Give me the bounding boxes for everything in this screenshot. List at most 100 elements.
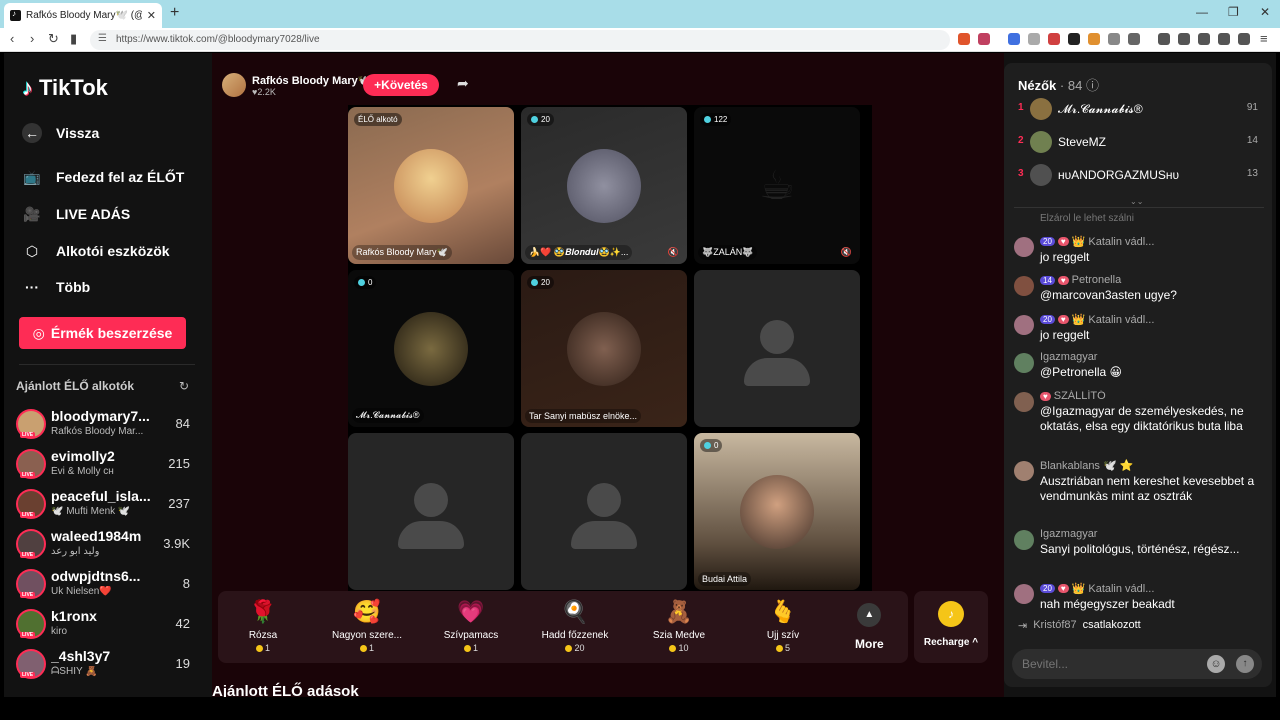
follow-button[interactable]: +Követés: [363, 74, 439, 96]
guest-tile[interactable]: 0 𝓜𝓻.𝓒𝓪𝓷𝓷𝓪𝓫𝓲𝓼®: [348, 270, 514, 427]
extension-icon[interactable]: [1048, 33, 1060, 45]
chat-text: nah mégegyszer beakadt: [1040, 597, 1175, 611]
extension-icon[interactable]: [1128, 33, 1140, 45]
chat-message[interactable]: 20 ♥ 👑 Katalin vádl... jo reggelt: [1014, 235, 1262, 265]
send-icon[interactable]: ↑: [1236, 655, 1254, 673]
chat-username: Katalin vádl...: [1088, 582, 1155, 595]
empty-seat[interactable]: [521, 433, 687, 590]
score-badge: 20: [527, 276, 554, 289]
more-gifts-button[interactable]: ▲ More: [855, 603, 884, 651]
gift-item[interactable]: 🍳 Hadd főzzenek 20: [530, 599, 620, 653]
guest-name: 🐺ZALÁN🐺: [698, 245, 758, 260]
creator-item[interactable]: LIVE evimolly2 Évi & Molly ᴄʜ 215: [14, 447, 204, 483]
viewer-count: 8: [182, 576, 190, 591]
empty-seat[interactable]: [348, 433, 514, 590]
gift-item[interactable]: 🫰 Ujj szív 5: [738, 599, 828, 653]
extension-icon[interactable]: [1088, 33, 1100, 45]
guest-tile[interactable]: 20 🍌❤️ 🥸𝑩𝒍𝒐𝒏𝒅𝒖𝒍🥸✨... 🔇: [521, 107, 687, 264]
refresh-icon[interactable]: ↻: [179, 379, 189, 393]
recharge-button[interactable]: ♪ Recharge ^: [914, 591, 988, 663]
info-icon[interactable]: ⓘ: [1086, 78, 1099, 93]
url-field[interactable]: ☰ https://www.tiktok.com/@bloodymary7028…: [90, 30, 950, 50]
creator-item[interactable]: LIVE _4shl3y7 ᗩSHIY 🧸 19: [14, 647, 204, 683]
creator-item[interactable]: LIVE waleed1984m وليد ابو رعد 3.9K: [14, 527, 204, 563]
gift-price: 5: [738, 643, 828, 653]
nav-explore-live[interactable]: 📺 Fedezd fel az ÉLŐT: [22, 167, 184, 187]
top-viewer[interactable]: 3 ʜᴜANDORGAZMUSʜᴜ 13: [1014, 163, 1264, 187]
get-coins-button[interactable]: ◎ Érmék beszerzése: [19, 317, 186, 349]
creator-badge: ÉLŐ alkotó: [354, 113, 402, 126]
reload-icon[interactable]: ↻: [48, 31, 59, 47]
heart-badge-icon: ♥: [1057, 237, 1069, 246]
gift-item[interactable]: 🥰 Nagyon szere... 1: [322, 599, 412, 653]
creator-item[interactable]: LIVE odwpjdtns6... Uk Nielsen❤️ 8: [14, 567, 204, 603]
extension-icon[interactable]: [1198, 33, 1210, 45]
emoji-icon[interactable]: ☺: [1207, 655, 1225, 673]
extension-icon[interactable]: [1068, 33, 1080, 45]
media-icon[interactable]: [1158, 33, 1170, 45]
guest-tile[interactable]: ☕ 122 🐺ZALÁN🐺 🔇: [694, 107, 860, 264]
score-value: 122: [714, 115, 728, 124]
chat-message[interactable]: Igazmagyar Sanyi politológus, történész,…: [1014, 528, 1262, 557]
creator-name: peaceful_isla...: [51, 488, 151, 504]
back-nav-icon[interactable]: ‹: [10, 31, 14, 46]
gift-item[interactable]: 🌹 Rózsa 1: [218, 599, 308, 653]
browser-tab[interactable]: Rafkós Bloody Mary🕊️ (@blo ✕: [4, 3, 162, 28]
vpn-icon[interactable]: [1238, 33, 1250, 45]
back-button[interactable]: ← Vissza: [22, 123, 99, 143]
forward-nav-icon[interactable]: ›: [30, 31, 34, 46]
avatar: [1014, 584, 1034, 604]
chat-message[interactable]: ♥ SZÁLLÍTÓ @Igazmagyar de személyeskedés,…: [1014, 390, 1262, 434]
expand-chevron-icon[interactable]: ⌄⌄: [1130, 197, 1143, 206]
top-viewer[interactable]: 2 SteveMZ 14: [1014, 130, 1264, 154]
crown-icon: 👑: [1071, 236, 1086, 248]
extension-icon[interactable]: [1008, 33, 1020, 45]
tiktok-logo[interactable]: ♪ TikTok: [22, 75, 108, 101]
viewer-name: SteveMZ: [1058, 135, 1107, 149]
gift-item[interactable]: 🧸 Szia Medve 10: [634, 599, 724, 653]
extension-icon[interactable]: [1108, 33, 1120, 45]
bookmark-icon[interactable]: ▮: [70, 31, 77, 47]
creator-item[interactable]: LIVE bloodymary7... Rafkós Bloody Mar...…: [14, 407, 204, 443]
close-window-button[interactable]: ✕: [1260, 5, 1270, 19]
close-tab-icon[interactable]: ✕: [147, 9, 156, 22]
gift-bar: 🌹 Rózsa 1 🥰 Nagyon szere... 1 💗 Szívpama…: [218, 591, 908, 663]
chat-input[interactable]: [1022, 655, 1202, 673]
nav-creator-tools[interactable]: ⬡ Alkotói eszközök: [22, 241, 170, 261]
chat-message[interactable]: Igazmagyar @Petronella 😀: [1014, 351, 1262, 380]
join-notice: ⇥ Kristóf87 csatlakozott: [1018, 619, 1141, 632]
top-viewer[interactable]: 1 𝓜𝓻.𝓒𝓪𝓷𝓷𝓪𝓫𝓲𝓼® 91: [1014, 97, 1264, 121]
extension-icon[interactable]: [1218, 33, 1230, 45]
menu-icon[interactable]: ≡: [1260, 31, 1268, 46]
new-tab-button[interactable]: +: [170, 4, 179, 22]
tiktok-note-icon: ♪: [22, 75, 33, 100]
extension-icon[interactable]: [1028, 33, 1040, 45]
chat-username: Katalin vádl...: [1088, 313, 1155, 326]
nav-live[interactable]: 🎥 LIVE ADÁS: [22, 204, 130, 224]
creator-item[interactable]: LIVE k1ronx kiro 42: [14, 607, 204, 643]
level-badge: 14: [1040, 275, 1055, 285]
maximize-button[interactable]: ❐: [1228, 5, 1239, 19]
site-info-icon[interactable]: ☰: [98, 33, 107, 44]
nav-more[interactable]: ··· Több: [22, 277, 90, 297]
host-avatar[interactable]: [222, 73, 246, 97]
guest-tile[interactable]: ÉLŐ alkotó Rafkós Bloody Mary🕊️: [348, 107, 514, 264]
creator-item[interactable]: LIVE peaceful_isla... 🕊️ Mufti Menk 🕊️ 2…: [14, 487, 204, 523]
avatar: [1030, 98, 1052, 120]
brave-rewards-icon[interactable]: [978, 33, 990, 45]
empty-seat[interactable]: [694, 270, 860, 427]
brave-shield-icon[interactable]: [958, 33, 970, 45]
host-info[interactable]: Rafkós Bloody Mary🕊️ ♥2.2K: [222, 73, 371, 97]
chat-message[interactable]: 14 ♥ Petronella @marcovan3asten ugye?: [1014, 274, 1262, 303]
chat-username: Petronella: [1071, 274, 1122, 286]
guest-tile[interactable]: 0 Budai Attila: [694, 433, 860, 590]
finger-heart-icon: 🫰: [769, 599, 797, 624]
chat-message[interactable]: 20 ♥ 👑 Katalin vádl... jo reggelt: [1014, 313, 1262, 343]
share-icon[interactable]: ➦: [457, 75, 469, 92]
gift-item[interactable]: 💗 Szívpamacs 1: [426, 599, 516, 653]
chat-message[interactable]: Blankablans 🕊️ ⭐ Ausztriában nem kereshe…: [1014, 459, 1262, 504]
chat-message[interactable]: 20 ♥ 👑 Katalin vádl... nah mégegyszer beaka…: [1014, 582, 1262, 612]
minimize-button[interactable]: —: [1196, 5, 1208, 19]
guest-tile[interactable]: 20 Tar Sanyi mabüsz elnöke...: [521, 270, 687, 427]
sidebar-icon[interactable]: [1178, 33, 1190, 45]
